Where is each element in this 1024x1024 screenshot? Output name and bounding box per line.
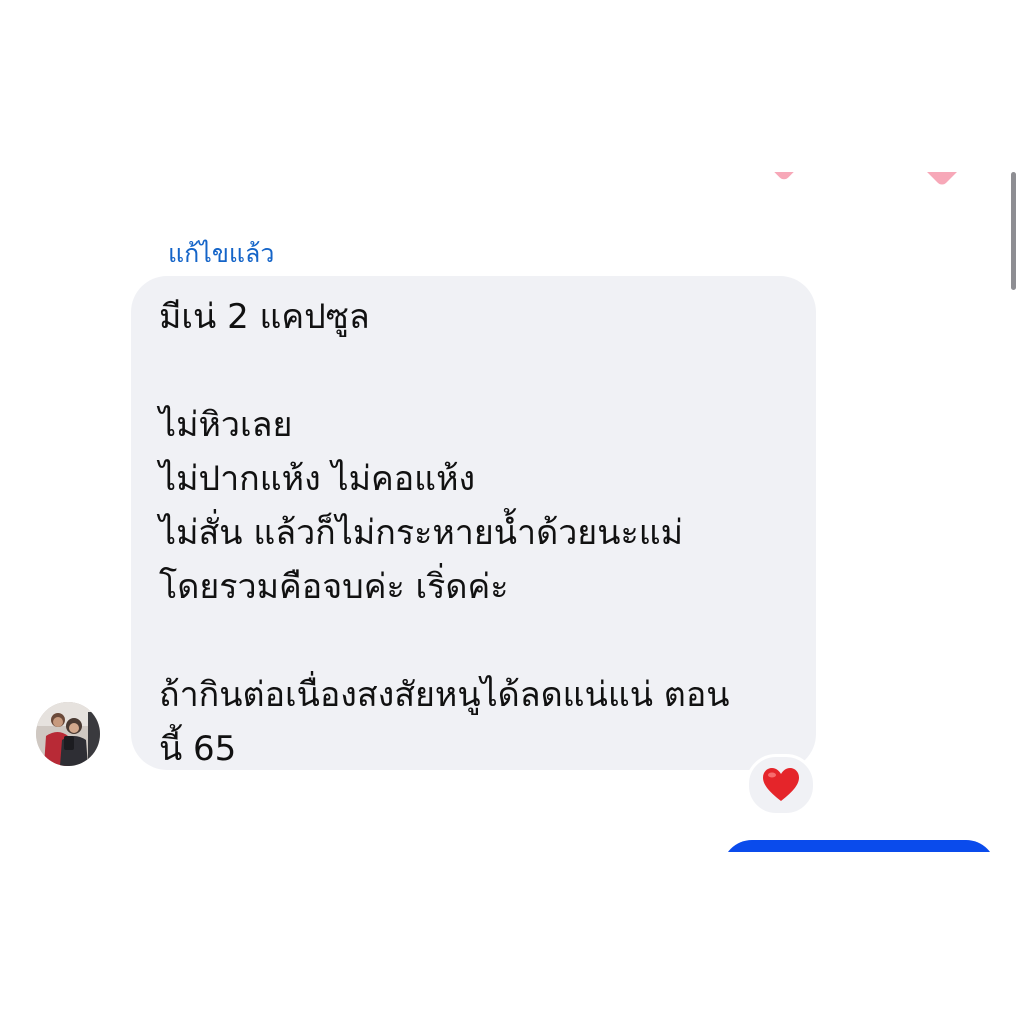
partial-heart-reaction-icon [926,172,958,192]
message-reaction[interactable] [746,754,816,816]
chat-thread[interactable]: แก้ไขแล้ว มีเน่ 2 แคปซูล ไม่หิวเลย ไม่ปา… [0,172,1024,852]
screen: แก้ไขแล้ว มีเน่ 2 แคปซูล ไม่หิวเลย ไม่ปา… [0,0,1024,1024]
edited-label[interactable]: แก้ไขแล้ว [168,234,274,274]
message-line: ไม่หิวเลย [159,405,293,445]
message-line [159,344,796,398]
partial-heart-reaction-icon [768,172,800,192]
avatar[interactable] [36,702,100,766]
message-line: โดยรวมคือจบค่ะ เริ่ดค่ะ [159,567,509,607]
red-heart-icon [763,768,799,801]
message-line: มีเน่ 2 แคปซูล [159,297,370,337]
message-line: ไม่สั่น แล้วก็ไม่กระหายน้ำด้วยนะแม่ [159,513,684,553]
outgoing-message-bubble[interactable] [722,840,996,852]
message-line: ถ้ากินต่อเนื่องสงสัยหนูได้ลดแน่แน่ ตอน [159,675,730,715]
message-line [159,614,796,668]
incoming-message-bubble[interactable]: มีเน่ 2 แคปซูล ไม่หิวเลย ไม่ปากแห้ง ไม่ค… [131,276,816,770]
message-line: ไม่ปากแห้ง ไม่คอแห้ง [159,459,476,499]
avatar-photo-icon [36,702,100,766]
message-line: นี้ 65 [159,729,237,769]
scrollbar[interactable] [1011,172,1016,290]
